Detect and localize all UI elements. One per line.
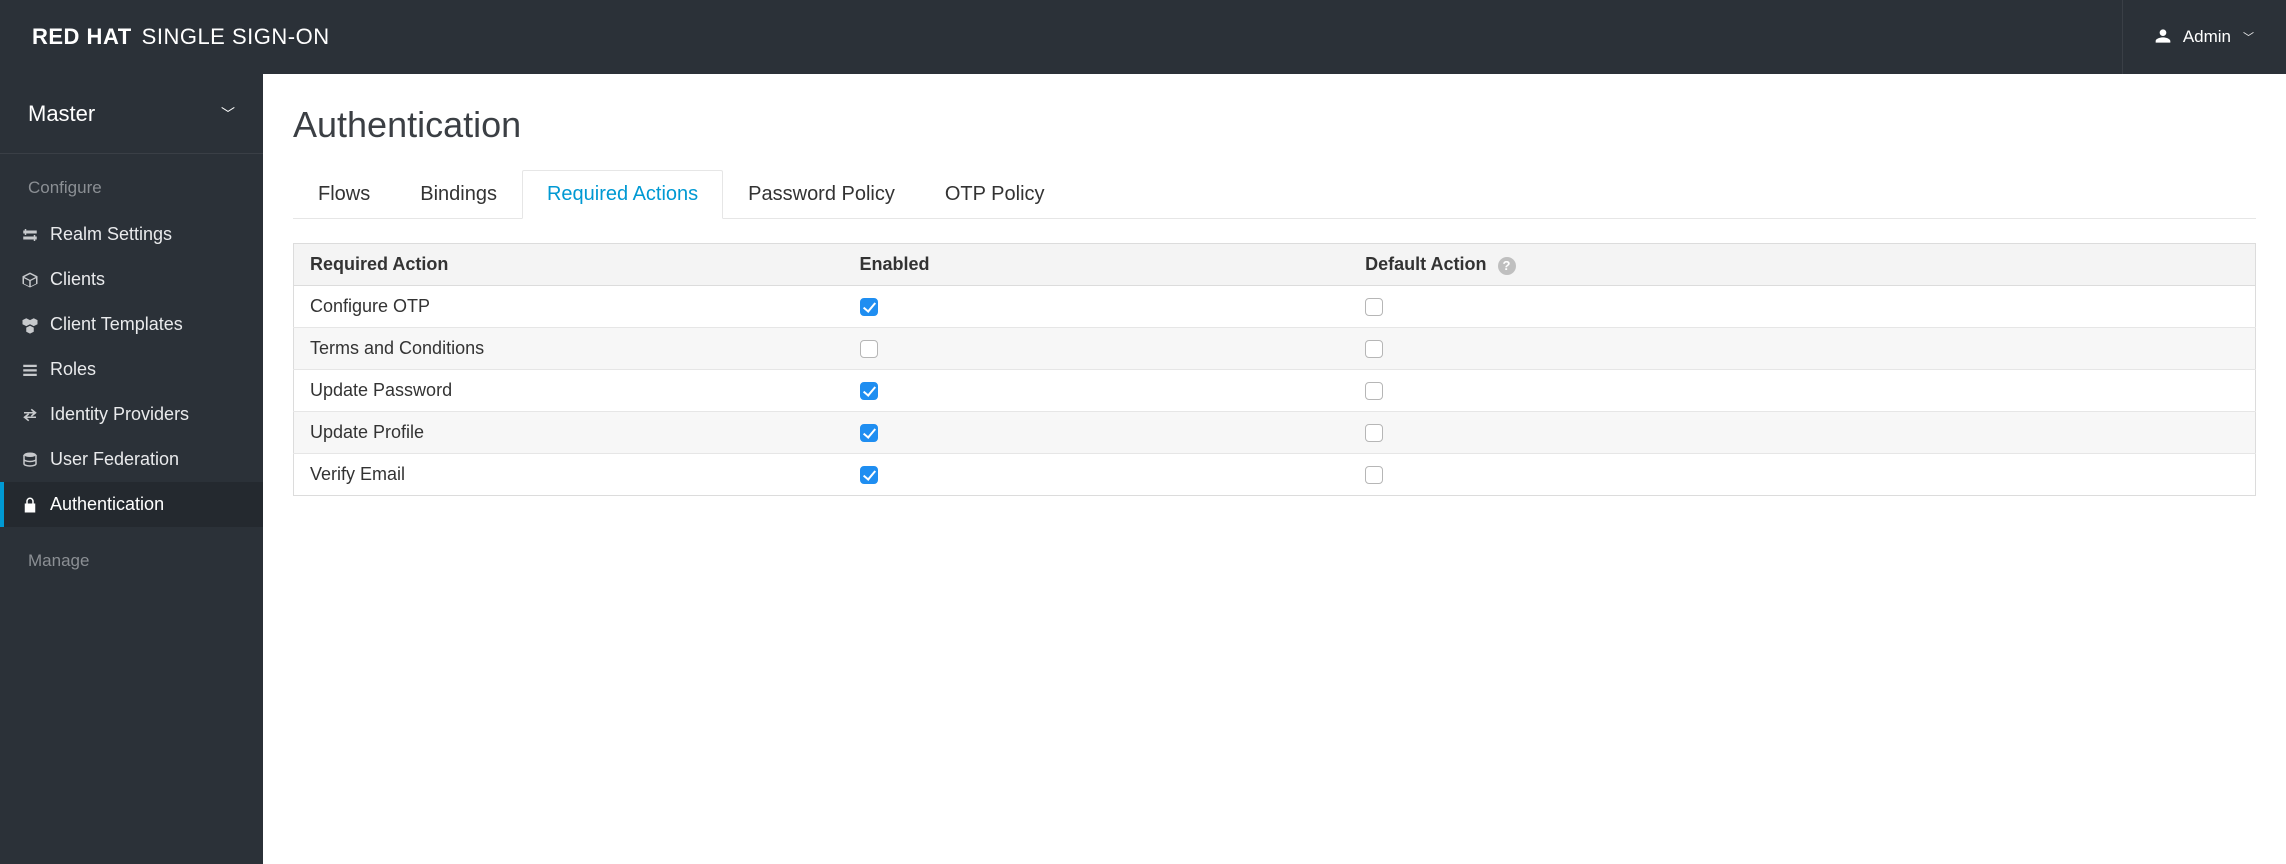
table-row: Verify Email	[294, 454, 2256, 496]
tab-required-actions[interactable]: Required Actions	[522, 170, 723, 219]
sliders-icon	[20, 226, 40, 244]
sidebar-item-label: Authentication	[50, 494, 164, 515]
required-action-name: Update Profile	[294, 412, 844, 454]
sidebar-item-user-federation[interactable]: User Federation	[0, 437, 263, 482]
sidebar-item-client-templates[interactable]: Client Templates	[0, 302, 263, 347]
sidebar: Master ﹀ Configure Realm Settings Client…	[0, 74, 263, 864]
sidebar-item-roles[interactable]: Roles	[0, 347, 263, 392]
sidebar-item-realm-settings[interactable]: Realm Settings	[0, 212, 263, 257]
user-icon	[2155, 28, 2171, 47]
enabled-checkbox[interactable]	[860, 340, 878, 358]
enabled-cell	[844, 370, 1350, 412]
chevron-down-icon: ﹀	[221, 104, 235, 124]
section-label-manage: Manage	[0, 527, 263, 585]
sidebar-item-label: Roles	[50, 359, 96, 380]
table-row: Configure OTP	[294, 286, 2256, 328]
default-checkbox[interactable]	[1365, 382, 1383, 400]
main-content: Authentication Flows Bindings Required A…	[263, 74, 2286, 864]
col-required-action: Required Action	[294, 244, 844, 286]
enabled-checkbox[interactable]	[860, 466, 878, 484]
table-row: Terms and Conditions	[294, 328, 2256, 370]
tab-otp-policy[interactable]: OTP Policy	[920, 170, 1070, 219]
brand-bold: RED HAT	[32, 24, 132, 50]
enabled-checkbox[interactable]	[860, 424, 878, 442]
table-row: Update Profile	[294, 412, 2256, 454]
help-icon[interactable]: ?	[1498, 257, 1516, 275]
tab-bindings[interactable]: Bindings	[395, 170, 522, 219]
required-action-name: Terms and Conditions	[294, 328, 844, 370]
brand: RED HAT SINGLE SIGN-ON	[32, 24, 330, 50]
exchange-icon	[20, 406, 40, 424]
sidebar-item-label: Realm Settings	[50, 224, 172, 245]
required-actions-table: Required Action Enabled Default Action ?…	[293, 243, 2256, 496]
tab-password-policy[interactable]: Password Policy	[723, 170, 920, 219]
default-checkbox[interactable]	[1365, 424, 1383, 442]
default-checkbox[interactable]	[1365, 340, 1383, 358]
required-action-name: Verify Email	[294, 454, 844, 496]
enabled-cell	[844, 328, 1350, 370]
sidebar-item-label: Client Templates	[50, 314, 183, 335]
col-default-action-label: Default Action	[1365, 254, 1486, 274]
realm-selector[interactable]: Master ﹀	[0, 74, 263, 154]
chevron-down-icon: ﹀	[2243, 29, 2254, 45]
enabled-cell	[844, 454, 1350, 496]
realm-name: Master	[28, 101, 95, 127]
cube-icon	[20, 271, 40, 289]
tabs: Flows Bindings Required Actions Password…	[293, 170, 2256, 219]
col-enabled: Enabled	[844, 244, 1350, 286]
enabled-checkbox[interactable]	[860, 382, 878, 400]
required-action-name: Update Password	[294, 370, 844, 412]
user-name: Admin	[2183, 27, 2231, 47]
brand-light: SINGLE SIGN-ON	[142, 24, 330, 50]
sidebar-item-label: Identity Providers	[50, 404, 189, 425]
enabled-checkbox[interactable]	[860, 298, 878, 316]
lock-icon	[20, 496, 40, 514]
sidebar-item-clients[interactable]: Clients	[0, 257, 263, 302]
col-default-action: Default Action ?	[1349, 244, 2255, 286]
sidebar-item-label: User Federation	[50, 449, 179, 470]
default-cell	[1349, 286, 2255, 328]
tab-flows[interactable]: Flows	[293, 170, 395, 219]
sidebar-item-identity-providers[interactable]: Identity Providers	[0, 392, 263, 437]
default-cell	[1349, 370, 2255, 412]
default-cell	[1349, 412, 2255, 454]
default-checkbox[interactable]	[1365, 298, 1383, 316]
table-row: Update Password	[294, 370, 2256, 412]
default-checkbox[interactable]	[1365, 466, 1383, 484]
list-icon	[20, 361, 40, 379]
default-cell	[1349, 328, 2255, 370]
sidebar-item-label: Clients	[50, 269, 105, 290]
nav-configure: Realm Settings Clients Client Templates …	[0, 212, 263, 527]
topbar: RED HAT SINGLE SIGN-ON Admin ﹀	[0, 0, 2286, 74]
sidebar-item-authentication[interactable]: Authentication	[0, 482, 263, 527]
cubes-icon	[20, 316, 40, 334]
enabled-cell	[844, 412, 1350, 454]
page-title: Authentication	[293, 104, 2256, 146]
enabled-cell	[844, 286, 1350, 328]
user-menu[interactable]: Admin ﹀	[2122, 0, 2254, 74]
default-cell	[1349, 454, 2255, 496]
section-label-configure: Configure	[0, 154, 263, 212]
required-action-name: Configure OTP	[294, 286, 844, 328]
database-icon	[20, 451, 40, 469]
